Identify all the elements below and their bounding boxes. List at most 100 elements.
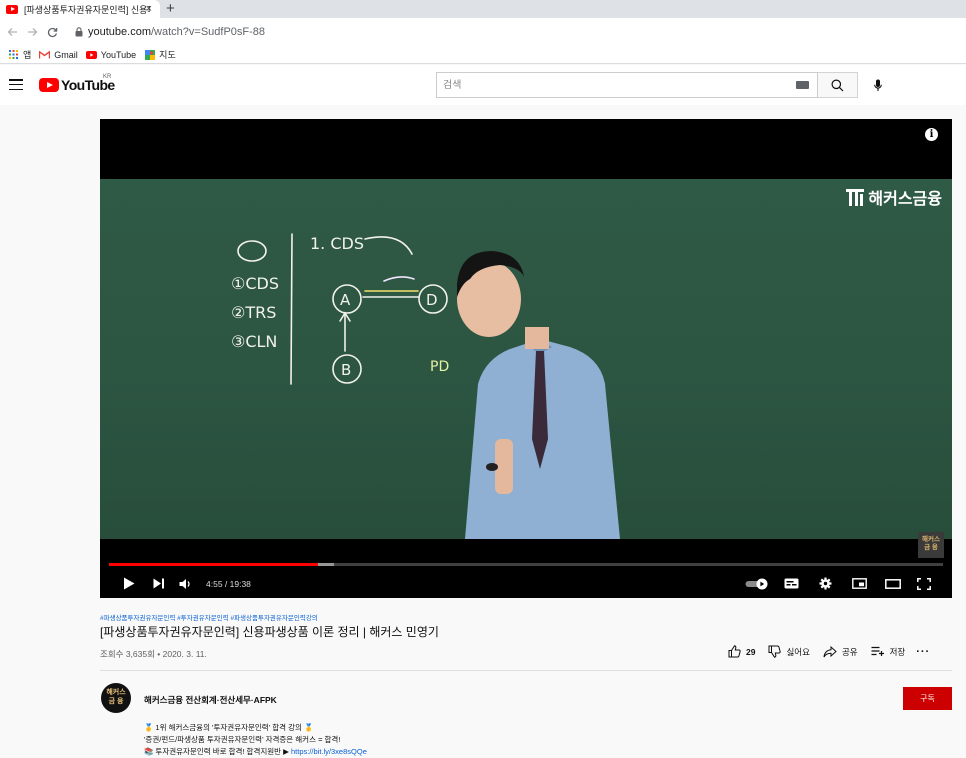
thumbs-up-icon [728,645,741,658]
presenter-figure [457,251,620,539]
chalk-heading: 1. CDS [310,234,364,253]
thumbs-down-icon [768,645,782,658]
chalk-node-d: D [426,291,438,309]
keyboard-icon[interactable] [796,81,809,89]
progress-played [109,563,318,566]
time-display: 4:55 / 19:38 [206,578,251,589]
tab-title: [파생상품투자권유자문인력] 신용파생 [24,4,150,15]
watermark-line2: 금 융 [924,544,938,551]
watermark-line1: 해커스 [922,536,940,543]
fullscreen-button[interactable] [910,569,938,598]
youtube-icon [85,50,97,60]
info-icon[interactable]: i [925,128,938,141]
play-button[interactable] [112,569,146,598]
save-label: 저장 [889,646,906,657]
browser-tab[interactable]: [파생상품투자권유자문인력] 신용파생 × [0,0,160,18]
chalk-item-1: ①CDS [231,274,279,293]
channel-watermark[interactable]: 해커스 금 융 [918,532,944,558]
chalk-pd: PD [430,359,449,375]
chalk-node-a: A [340,291,351,309]
miniplayer-button[interactable] [842,569,876,598]
gmail-icon [39,50,51,60]
fullscreen-icon [917,577,931,590]
skip-next-icon [153,578,164,589]
chalk-item-3: ③CLN [231,332,277,351]
bookmark-apps[interactable]: 앱 [8,48,31,61]
bookmark-gmail[interactable]: Gmail [39,50,78,60]
back-arrow-icon[interactable] [2,22,22,42]
search-icon [831,79,844,91]
player-right-controls [740,569,938,598]
like-button[interactable]: 29 [728,645,755,658]
browser-tab-bar: [파생상품투자권유자문인력] 신용파생 × + [0,0,966,18]
forward-arrow-icon[interactable] [22,22,42,42]
bookmark-apps-label: 앱 [23,50,32,60]
microphone-icon [874,79,882,91]
chalk-node-b: B [341,361,351,379]
share-icon [823,645,837,657]
address-bar[interactable]: youtube.com/watch?v=SudfP0sF-88 [88,26,265,38]
dislike-label: 싫어요 [786,646,810,657]
player-controls: 4:55 / 19:38 [100,569,952,598]
bookmark-youtube-label: YouTube [100,49,137,60]
video-player[interactable]: i 해커스금융 1. CDS ①CDS ②TRS ③CLN A B D PD 해… [100,119,952,598]
video-frame: 해커스금융 1. CDS ①CDS ②TRS ③CLN A B D PD [100,179,952,539]
lock-icon[interactable] [72,25,86,39]
add-to-playlist-icon [871,646,884,656]
video-meta: 조회수 3,635회 • 2020. 3. 11. [100,649,207,659]
dislike-button[interactable]: 싫어요 [768,645,810,658]
description-line: 📚 투자권유자문인력 바로 합격! 합격지원반 ▶ https://bit.ly… [144,746,367,758]
apps-grid-icon [8,50,19,60]
divider [100,670,952,671]
bookmark-gmail-label: Gmail [54,49,78,60]
volume-icon [179,578,190,589]
youtube-play-logo-icon [39,78,59,92]
miniplayer-icon [851,578,867,589]
more-actions-icon[interactable]: ··· [916,646,930,658]
chalkboard-drawing: 1. CDS ①CDS ②TRS ③CLN A B D PD [231,233,620,539]
save-button[interactable]: 저장 [871,646,906,658]
subtitles-button[interactable] [774,569,808,598]
youtube-header: YouTube KR [0,65,966,105]
theater-mode-icon [885,578,901,589]
volume-button[interactable] [172,569,200,598]
hamburger-menu-icon[interactable] [9,79,23,91]
channel-avatar[interactable]: 해커스 금 융 [101,683,131,713]
subtitles-icon [784,578,798,589]
gear-icon [819,577,831,590]
bookmark-maps-label: 지도 [159,50,176,60]
search-button[interactable] [818,72,858,98]
chalk-item-2: ②TRS [231,303,276,322]
share-button[interactable]: 공유 [823,645,858,658]
video-title: [파생상품투자권유자문인력] 신용파생상품 이론 정리 | 해커스 민영기 [100,625,439,639]
next-button[interactable] [146,569,172,598]
new-tab-button[interactable]: + [166,0,175,18]
share-label: 공유 [841,646,858,657]
search-box [436,72,818,98]
hashtags[interactable]: #파생상품투자권유자문인력 #투자권유자문인력 #파생상품투자권유자문인력강의 [100,612,318,622]
avatar-line1: 해커스 [106,689,126,696]
channel-name[interactable]: 해커스금융 전산회계·전산세무·AFPK [144,694,277,706]
url-host: youtube.com [88,26,151,38]
search-input[interactable] [437,73,796,97]
youtube-favicon-icon [6,4,18,14]
maps-icon [144,49,155,60]
theater-mode-button[interactable] [876,569,910,598]
voice-search-button[interactable] [868,75,888,95]
reload-icon[interactable] [42,22,62,42]
progress-bar[interactable] [109,563,943,566]
tab-close-icon[interactable]: × [146,2,152,16]
settings-button[interactable] [808,569,842,598]
autoplay-toggle[interactable] [740,569,774,598]
autoplay-toggle-icon [745,578,768,589]
bookmark-maps[interactable]: 지도 [144,48,176,61]
region-code: KR [103,74,112,80]
bookmarks-bar: 앱 Gmail YouTube 지도 [0,46,966,64]
play-icon [124,577,135,590]
browser-toolbar: youtube.com/watch?v=SudfP0sF-88 [0,18,966,46]
bookmark-youtube[interactable]: YouTube [85,49,137,60]
video-description: 🥇 1위 해커스금융의 '투자권유자문인력' 합격 강의 🥇 '증권/펀드/파생… [144,722,367,758]
avatar-line2: 금 융 [108,697,124,705]
url-path: /watch?v=SudfP0sF-88 [150,26,266,38]
subscribe-button[interactable]: 구독 [903,687,952,710]
